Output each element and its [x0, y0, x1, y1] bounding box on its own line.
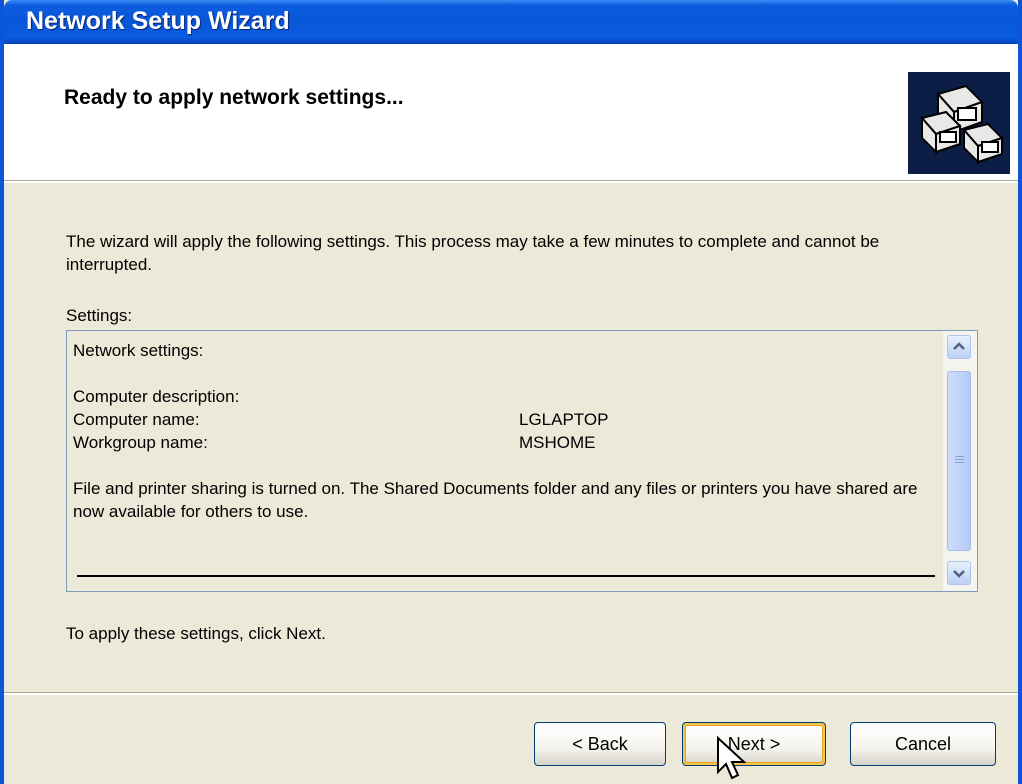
page-title: Ready to apply network settings...: [64, 86, 404, 109]
window-title: Network Setup Wizard: [26, 7, 290, 35]
settings-row: Computer description:: [73, 385, 933, 408]
footer-divider: [4, 692, 1018, 695]
settings-row: Workgroup name: MSHOME: [73, 431, 933, 454]
scroll-down-button[interactable]: [947, 561, 971, 585]
scroll-up-button[interactable]: [947, 335, 971, 359]
vertical-scrollbar[interactable]: [943, 331, 977, 591]
mouse-cursor-icon: [717, 736, 747, 780]
computer-description-label: Computer description:: [73, 387, 240, 406]
workgroup-name-label: Workgroup name:: [73, 433, 208, 452]
title-bar[interactable]: Network Setup Wizard: [4, 0, 1018, 44]
settings-content: Network settings: Computer description: …: [73, 339, 935, 577]
settings-textbox[interactable]: Network settings: Computer description: …: [66, 330, 978, 592]
chevron-down-icon: [953, 570, 965, 578]
wizard-header: Ready to apply network settings...: [4, 44, 1018, 180]
computer-name-label: Computer name:: [73, 410, 200, 429]
network-computers-icon: [908, 72, 1010, 174]
intro-text: The wizard will apply the following sett…: [66, 232, 880, 274]
apply-instructions: To apply these settings, click Next.: [66, 624, 326, 643]
settings-label: Settings:: [66, 306, 133, 325]
content-divider: [77, 575, 935, 577]
workgroup-name-value: MSHOME: [519, 433, 596, 452]
scroll-thumb[interactable]: [947, 371, 971, 551]
settings-heading: Network settings:: [73, 341, 204, 360]
cancel-button[interactable]: Cancel: [850, 722, 996, 766]
header-divider: [4, 180, 1018, 183]
computer-name-value: LGLAPTOP: [519, 410, 609, 429]
back-button[interactable]: < Back: [534, 722, 666, 766]
sharing-text: File and printer sharing is turned on. T…: [73, 479, 918, 521]
settings-row: Computer name: LGLAPTOP: [73, 408, 933, 431]
chevron-up-icon: [953, 342, 965, 350]
wizard-window: Network Setup Wizard Ready to apply netw…: [0, 0, 1022, 784]
grip-icon: [955, 456, 964, 457]
